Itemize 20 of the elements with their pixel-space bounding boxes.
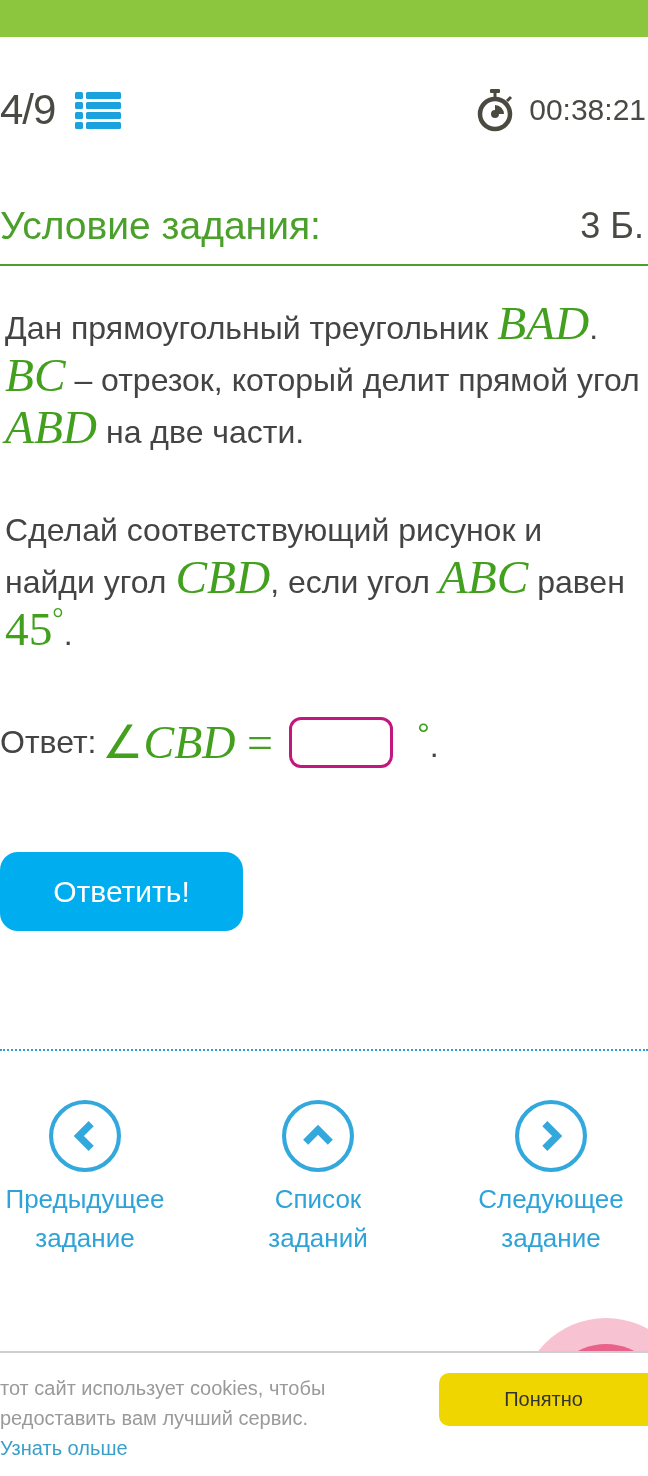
nav-link[interactable]: Предыдущее задание (5, 1100, 165, 1258)
cookie-text: тот сайт использует cookies, чтобы редоставить вам лучший сервис. Узнать ольше (0, 1376, 327, 1461)
task-list-icon[interactable] (75, 91, 122, 129)
timer: 00:38:21 (529, 93, 646, 127)
answer-field[interactable] (288, 716, 393, 768)
answer-label: Ответ: (0, 723, 97, 761)
submit-button[interactable]: Ответить! (0, 852, 243, 931)
circle-chevron-left-icon (49, 1100, 121, 1172)
progress-counter: 4/9 (0, 86, 56, 134)
section-title: Условие задания: (0, 204, 321, 248)
points-label: 3 Б. (580, 205, 644, 247)
accept-button[interactable]: Понятно (439, 1373, 648, 1426)
nav-link[interactable]: Список заданий (268, 1100, 368, 1258)
nav-link[interactable]: Следующее задание (478, 1100, 624, 1258)
task-paragraph: Дан прямоугольный треугольник BAD. BC – отрезок, который делит прямой угол ABD на две части. (0, 302, 643, 458)
circle-chevron-right-icon (515, 1100, 587, 1172)
circle-chevron-up-icon (282, 1100, 354, 1172)
task-paragraph: Сделай соответствующий рисунок и найди угол CBD, если угол ABC равен 45$^{°}$. (4, 511, 626, 657)
learn-more-link[interactable]: Узнать ольше (0, 1437, 128, 1459)
math-expression: ∠CBD = (102, 716, 274, 769)
